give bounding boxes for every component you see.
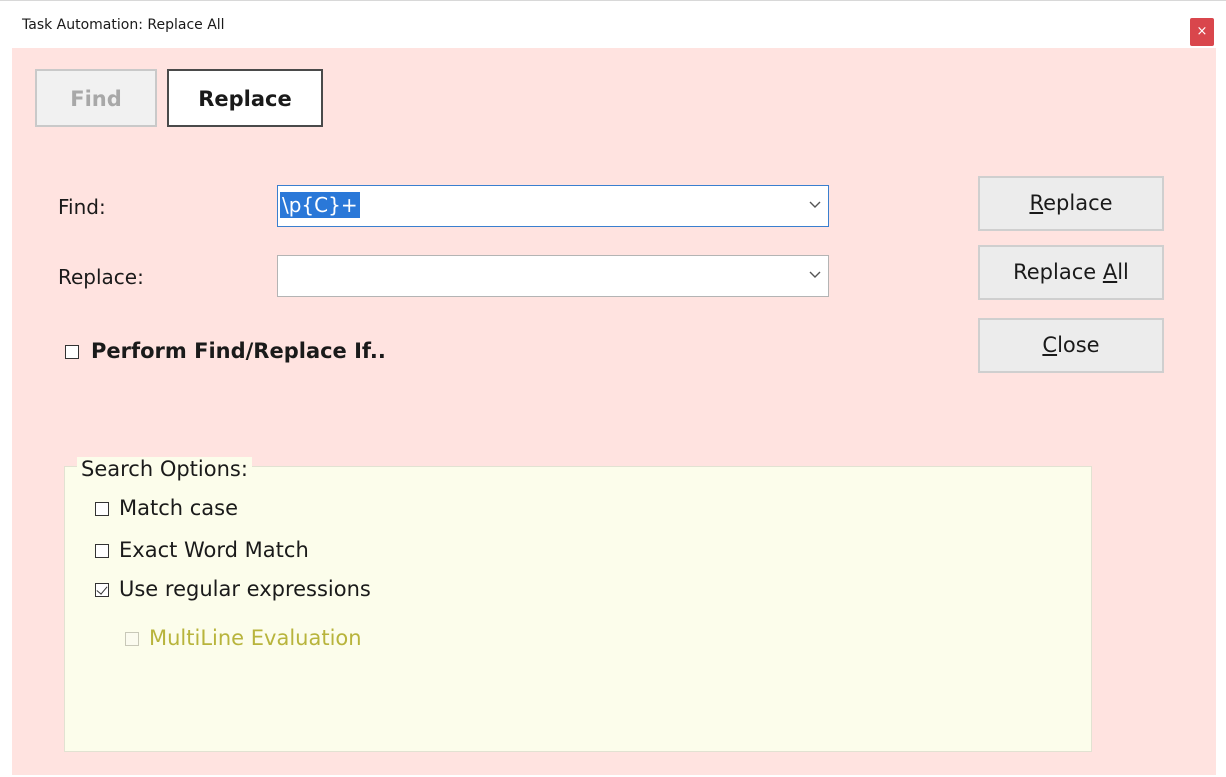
close-window-button[interactable]: ×	[1190, 18, 1214, 46]
checkbox-icon[interactable]	[95, 544, 109, 558]
replace-all-mnemonic: A	[1102, 260, 1118, 284]
close-button-label: lose	[1057, 333, 1100, 357]
chevron-down-icon[interactable]	[808, 267, 822, 281]
perform-if-checkbox[interactable]: Perform Find/Replace If..	[65, 339, 386, 363]
find-input[interactable]: \p{C}+	[280, 192, 360, 218]
find-label: Find:	[58, 195, 106, 219]
replace-button-mnemonic: R	[1029, 191, 1044, 215]
multiline-checkbox: MultiLine Evaluation	[125, 626, 362, 650]
replace-button[interactable]: Replace	[978, 176, 1164, 231]
replace-all-button[interactable]: Replace All	[978, 245, 1164, 300]
window-title: Task Automation: Replace All	[22, 17, 225, 33]
regex-label: Use regular expressions	[119, 577, 371, 601]
close-button[interactable]: Close	[978, 318, 1164, 373]
regex-checkbox[interactable]: Use regular expressions	[95, 577, 371, 601]
exact-word-label: Exact Word Match	[119, 538, 309, 562]
replace-combo[interactable]	[277, 255, 829, 297]
title-bar: Task Automation: Replace All ×	[0, 4, 1226, 48]
chevron-down-icon[interactable]	[808, 197, 822, 211]
perform-if-label: Perform Find/Replace If..	[91, 339, 386, 363]
replace-all-label-prefix: Replace	[1013, 260, 1103, 284]
checkbox-checked-icon[interactable]	[95, 583, 109, 597]
checkbox-disabled-icon	[125, 632, 139, 646]
checkbox-icon[interactable]	[95, 502, 109, 516]
multiline-label: MultiLine Evaluation	[149, 626, 362, 650]
close-button-mnemonic: C	[1042, 333, 1058, 357]
replace-label: Replace:	[58, 265, 144, 289]
search-options-legend: Search Options:	[77, 457, 252, 481]
find-combo[interactable]: \p{C}+	[277, 185, 829, 227]
tab-replace[interactable]: Replace	[167, 69, 323, 127]
checkbox-icon[interactable]	[65, 345, 79, 359]
match-case-checkbox[interactable]: Match case	[95, 496, 238, 520]
match-case-label: Match case	[119, 496, 239, 520]
dialog-panel: Find Replace Find: \p{C}+ Replace: Perfo…	[12, 48, 1216, 775]
search-options-group: Search Options: Match case Exact Word Ma…	[64, 457, 1092, 752]
exact-word-checkbox[interactable]: Exact Word Match	[95, 538, 309, 562]
tab-find[interactable]: Find	[35, 69, 157, 127]
replace-all-label-rest: ll	[1117, 260, 1129, 284]
replace-button-label: eplace	[1043, 191, 1113, 215]
